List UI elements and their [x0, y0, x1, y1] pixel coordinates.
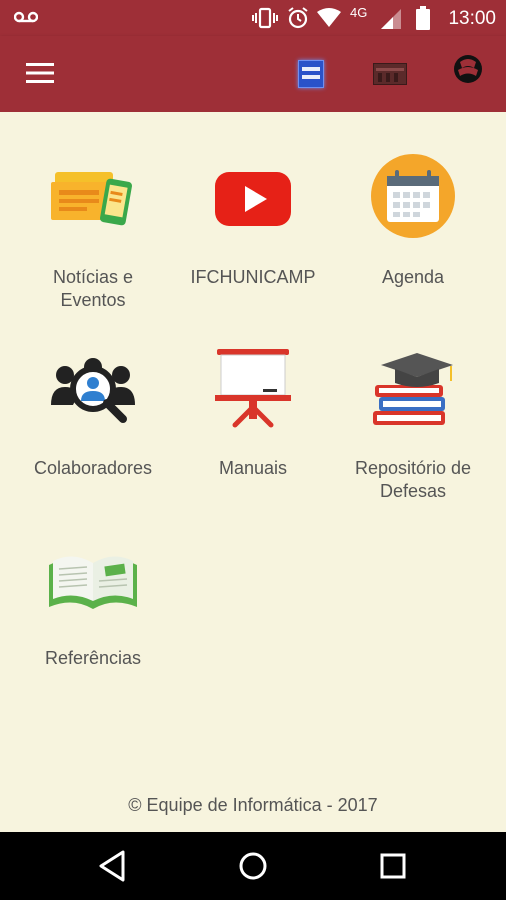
tile-ifchunicamp[interactable]: IFCHUNICAMP: [169, 154, 337, 289]
network-type-label: 4G: [350, 5, 368, 20]
battery-icon: [416, 6, 430, 30]
tile-label: IFCHUNICAMP: [190, 267, 316, 287]
ifch-info-logo[interactable]: [298, 60, 324, 88]
tile-agenda[interactable]: Agenda: [329, 154, 497, 289]
signal-icon: [381, 9, 401, 29]
presentation-board-icon: [203, 345, 303, 445]
content-area: Notícias e Eventos IFCHUNICAMP Agenda Co…: [0, 112, 506, 832]
building-logo-graphic: [376, 68, 404, 82]
unicamp-logo[interactable]: [448, 54, 488, 94]
unicamp-logo-graphic: [454, 55, 482, 83]
tile-label: Colaboradores: [33, 458, 153, 478]
youtube-play-icon: [203, 154, 303, 254]
vibrate-icon: [252, 7, 278, 29]
tile-noticias[interactable]: Notícias e Eventos: [9, 154, 177, 312]
building-logo[interactable]: [373, 63, 407, 85]
tile-colaboradores[interactable]: Colaboradores: [9, 345, 177, 480]
tile-referencias[interactable]: Referências: [9, 535, 177, 670]
voicemail-icon: [14, 11, 38, 23]
graduation-books-icon: [363, 345, 463, 445]
alarm-icon: [288, 7, 308, 29]
tile-label: Referências: [44, 648, 142, 668]
tile-label: Notícias e Eventos: [52, 267, 134, 310]
tile-label: Agenda: [381, 267, 445, 287]
tile-label: Repositório de Defesas: [354, 458, 472, 501]
back-icon[interactable]: [93, 846, 133, 886]
footer-copyright: © Equipe de Informática - 2017: [128, 795, 378, 815]
recents-icon[interactable]: [373, 846, 413, 886]
ifch-info-logo-graphic: [302, 67, 320, 79]
hamburger-menu-icon[interactable]: [26, 62, 54, 84]
tile-label: Manuais: [218, 458, 288, 478]
status-bar: 4G 13:00: [0, 0, 506, 36]
people-search-icon: [43, 345, 143, 445]
wifi-icon: [317, 8, 341, 27]
home-icon[interactable]: [233, 846, 273, 886]
status-time: 13:00: [448, 8, 496, 29]
newspaper-phone-icon: [43, 154, 143, 254]
calendar-icon: [363, 154, 463, 254]
navigation-bar: [0, 832, 506, 900]
app-bar: [0, 36, 506, 112]
tile-repositorio-defesas[interactable]: Repositório de Defesas: [329, 345, 497, 503]
tile-manuais[interactable]: Manuais: [169, 345, 337, 480]
open-book-icon: [43, 535, 143, 635]
